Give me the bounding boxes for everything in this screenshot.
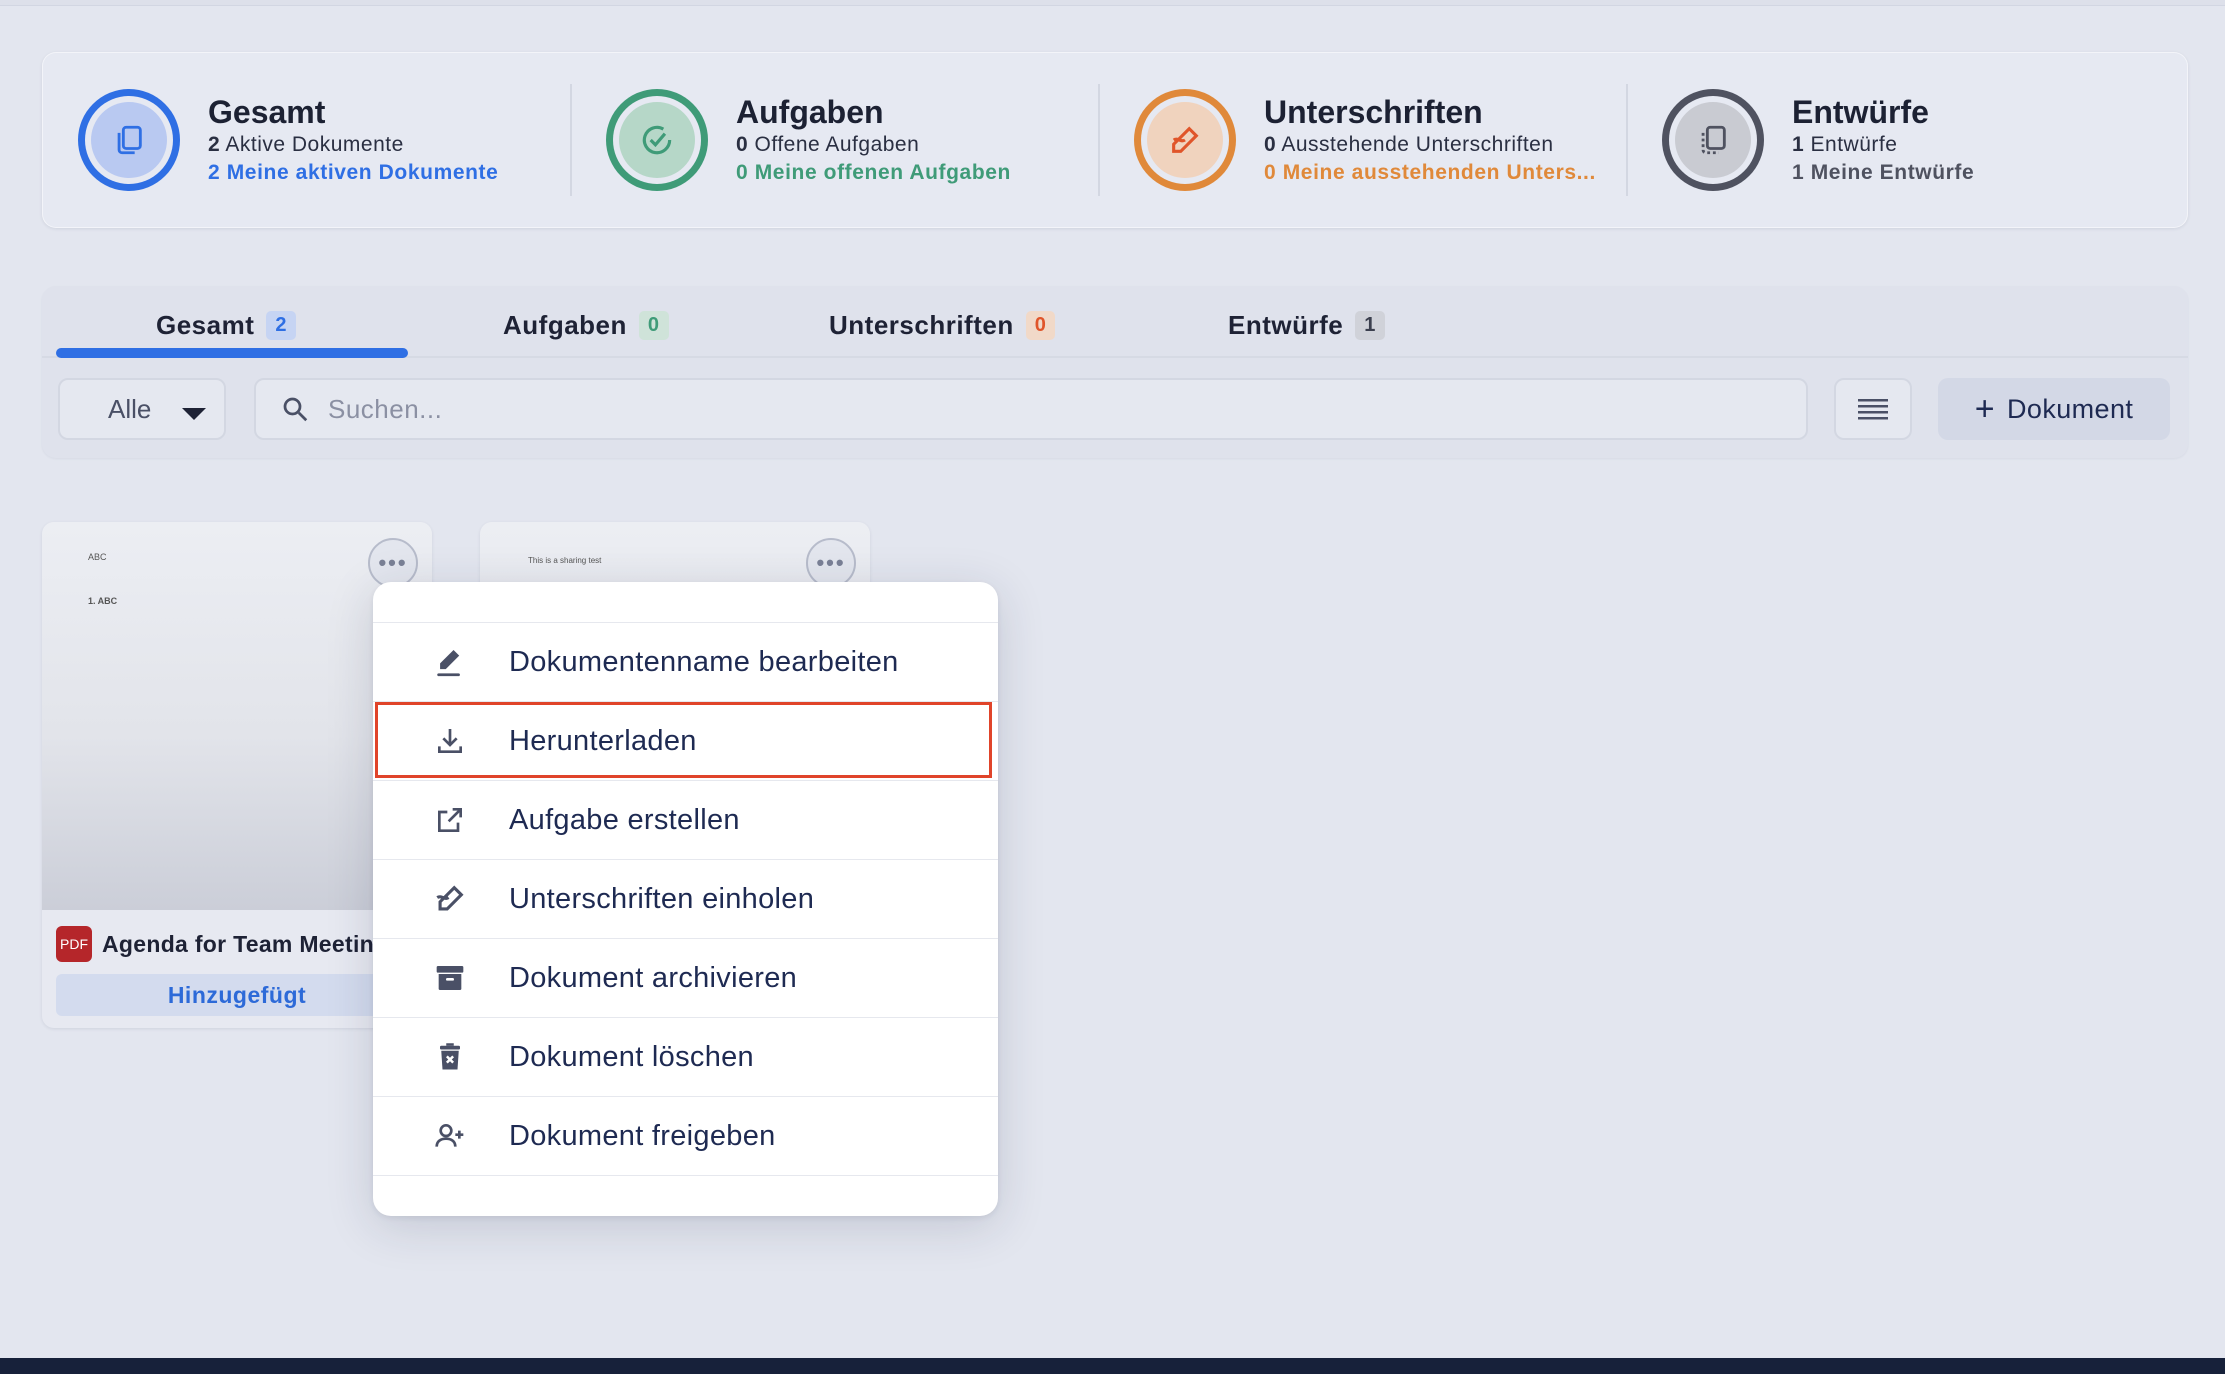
caret-down-icon [182,408,206,420]
bottom-bar [0,1358,2225,1374]
stat-total-mine-link[interactable]: 2 Meine aktiven Dokumente [208,159,498,187]
thumbnail-text: This is a sharing test [528,556,602,565]
document-title-row: PDF Agenda for Team Meeting [56,926,388,962]
filter-value: Alle [108,393,152,424]
documents-panel: Gesamt 2 Aufgaben 0 Unterschriften 0 Ent… [42,286,2188,458]
more-options-button[interactable]: ••• [806,538,856,588]
stat-tasks-line: 0 Offene Aufgaben [736,133,920,156]
stat-signatures-mine-link[interactable]: 0 Meine ausstehenden Unters... [1264,159,1596,187]
stats-summary: Gesamt 2 Aktive Dokumente 2 Meine aktive… [42,52,2188,228]
stat-drafts-line: 1 Entwürfe [1792,133,1898,156]
draft-icon [1701,125,1726,155]
add-document-button[interactable]: + Dokument [1938,378,2170,440]
archive-icon [431,959,469,997]
add-document-label: Dokument [2007,393,2134,424]
menu-item-label: Dokument freigeben [509,1119,776,1152]
signature-icon [431,880,469,918]
menu-item-label: Dokumentenname bearbeiten [509,645,899,678]
tab-entwuerfe-count: 1 [1355,311,1385,340]
active-tab-indicator [56,348,408,358]
stat-signatures-title: Unterschriften [1264,94,1483,130]
tab-unterschriften[interactable]: Unterschriften 0 [829,310,1056,341]
external-link-icon [431,801,469,839]
tab-aufgaben-label: Aufgaben [503,310,627,340]
stat-signatures[interactable]: Unterschriften 0 Ausstehende Unterschrif… [1098,52,1626,228]
stat-drafts-mine-link[interactable]: 1 Meine Entwürfe [1792,159,1974,187]
tab-gesamt-label: Gesamt [156,310,255,340]
signature-icon [1172,126,1199,153]
search-icon [283,397,308,422]
stat-total-ring [78,89,180,191]
menu-item-label: Dokument löschen [509,1040,754,1073]
document-name[interactable]: Agenda for Team Meeting [102,931,388,958]
stat-tasks-mine-link[interactable]: 0 Meine offenen Aufgaben [736,159,1011,187]
filter-dropdown[interactable]: Alle [58,378,226,440]
stat-tasks-title: Aufgaben [736,94,884,130]
stat-drafts[interactable]: Entwürfe 1 Entwürfe 1 Meine Entwürfe [1626,52,2154,228]
menu-item-label: Unterschriften einholen [509,882,815,915]
menu-item-request-signatures[interactable]: Unterschriften einholen [373,860,998,939]
tab-gesamt[interactable]: Gesamt 2 [156,310,297,341]
menu-item-rename[interactable]: Dokumentenname bearbeiten [373,623,998,702]
menu-item-delete[interactable]: Dokument löschen [373,1018,998,1097]
plus-icon: + [1974,390,1995,428]
stat-total[interactable]: Gesamt 2 Aktive Dokumente 2 Meine aktive… [42,52,570,228]
tab-aufgaben-count: 0 [638,311,669,340]
stat-signatures-ring [1134,89,1236,191]
stat-tasks[interactable]: Aufgaben 0 Offene Aufgaben 0 Meine offen… [570,52,1098,228]
status-badge: Hinzugefügt [56,974,418,1016]
stat-tasks-ring [606,89,708,191]
tab-gesamt-count: 2 [266,311,297,340]
more-options-button[interactable]: ••• [368,538,418,588]
tab-entwuerfe-label: Entwürfe [1228,310,1344,340]
pen-icon [431,643,469,681]
stat-signatures-line: 0 Ausstehende Unterschriften [1264,133,1554,156]
highlight-box [375,702,992,778]
stat-drafts-ring [1662,89,1764,191]
menu-item-label: Dokument archivieren [509,961,798,994]
user-plus-icon [431,1117,469,1155]
tab-unterschriften-label: Unterschriften [829,310,1014,340]
tab-entwuerfe[interactable]: Entwürfe 1 [1228,310,1385,341]
list-icon [1858,399,1888,420]
tab-bar: Gesamt 2 Aufgaben 0 Unterschriften 0 Ent… [42,286,2188,358]
ellipsis-icon: ••• [378,550,408,575]
documents-icon [117,125,142,155]
menu-item-share[interactable]: Dokument freigeben [373,1097,998,1176]
search-input[interactable] [328,393,1728,425]
check-circle-icon [642,125,672,155]
document-context-menu: Dokumentenname bearbeiten Herunterladen … [373,582,998,1216]
pdf-file-icon: PDF [56,926,92,962]
stat-total-line: 2 Aktive Dokumente [208,133,404,156]
stat-drafts-title: Entwürfe [1792,94,1929,130]
trash-icon [431,1038,469,1076]
ellipsis-icon: ••• [816,550,846,575]
thumbnail-text: ABC [88,552,107,562]
thumbnail-text: 1. ABC [88,596,118,606]
search-box[interactable] [254,378,1808,440]
menu-item-label: Aufgabe erstellen [509,803,740,836]
tab-unterschriften-count: 0 [1025,311,1056,340]
tab-aufgaben[interactable]: Aufgaben 0 [503,310,669,341]
list-view-button[interactable] [1834,378,1912,440]
menu-item-archive[interactable]: Dokument archivieren [373,939,998,1018]
menu-item-create-task[interactable]: Aufgabe erstellen [373,781,998,860]
top-border [0,0,2225,6]
stat-total-title: Gesamt [208,94,326,130]
